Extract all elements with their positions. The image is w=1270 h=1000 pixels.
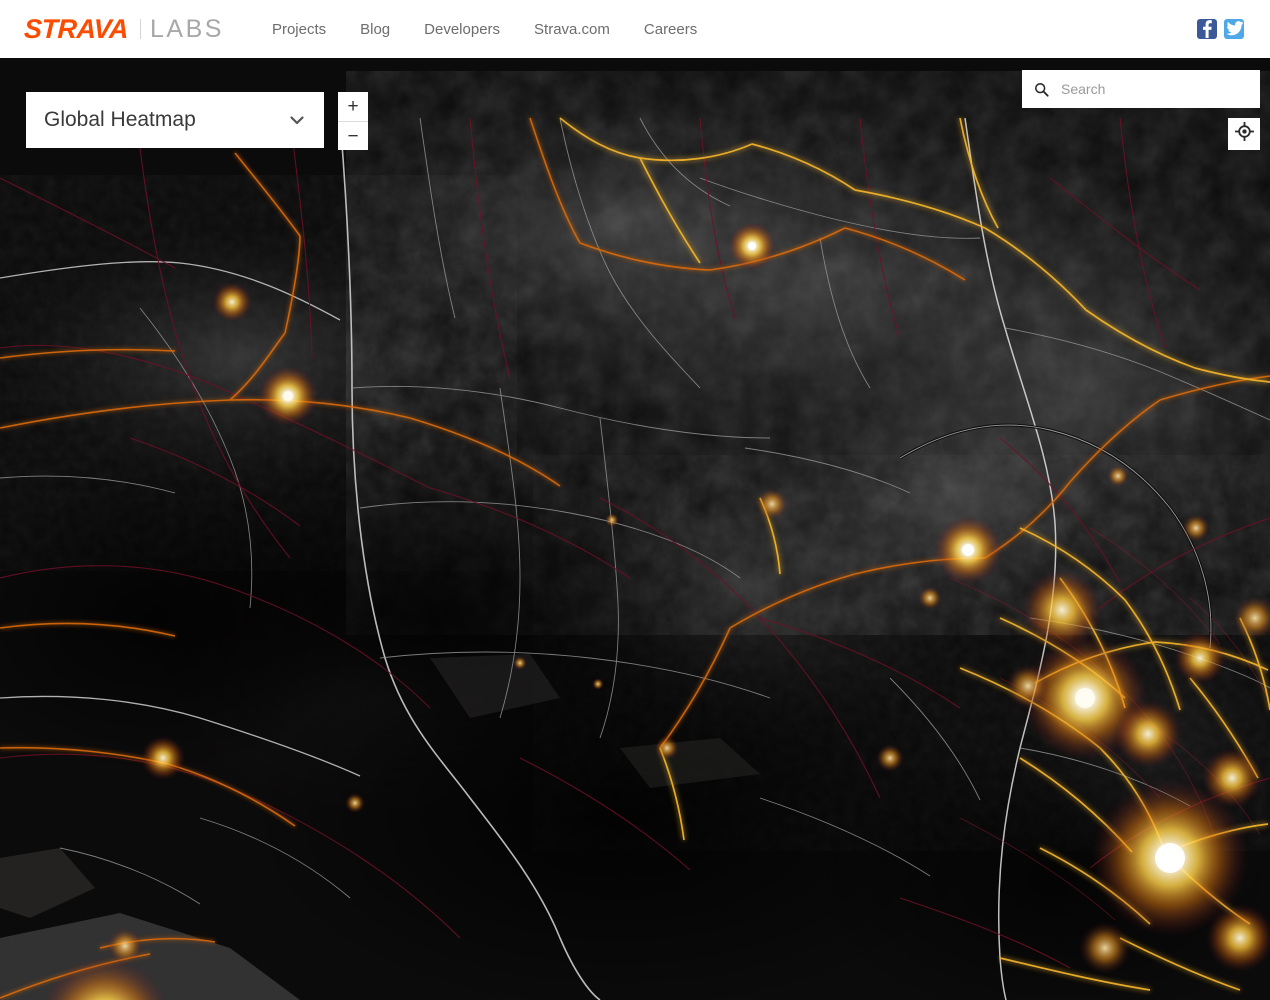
facebook-icon[interactable]: [1197, 19, 1217, 39]
geolocate-button[interactable]: [1228, 118, 1260, 150]
map-tiles[interactable]: [0, 58, 1270, 1000]
nav-item-projects[interactable]: Projects: [272, 21, 326, 38]
search-icon: [1034, 82, 1049, 97]
zoom-in-button[interactable]: +: [338, 92, 368, 121]
main-navigation: Projects Blog Developers Strava.com Care…: [272, 21, 697, 38]
search-input[interactable]: [1061, 81, 1248, 97]
crosshair-locate-icon: [1234, 121, 1254, 146]
site-header: STRAVA LABS Projects Blog Developers Str…: [0, 0, 1270, 58]
zoom-out-button[interactable]: −: [338, 121, 368, 150]
chevron-down-icon[interactable]: [288, 111, 306, 129]
social-links: [1197, 19, 1244, 39]
map-search-box[interactable]: [1022, 70, 1260, 108]
labs-wordmark: LABS: [150, 14, 224, 43]
map-zoom-controls: + −: [338, 92, 368, 150]
strava-labs-logo[interactable]: STRAVA LABS: [23, 13, 224, 45]
twitter-icon[interactable]: [1224, 19, 1244, 39]
heatmap-layer-selector[interactable]: Global Heatmap: [26, 92, 324, 148]
nav-item-blog[interactable]: Blog: [360, 21, 390, 38]
heatmap-layer-label: Global Heatmap: [44, 108, 196, 131]
heatmap-map-viewport[interactable]: Global Heatmap + −: [0, 58, 1270, 1000]
nav-item-developers[interactable]: Developers: [424, 21, 500, 38]
nav-item-careers[interactable]: Careers: [644, 21, 697, 38]
heat-hotspots-layer: [43, 222, 1270, 1000]
logo-divider: [140, 19, 141, 39]
nav-item-strava-com[interactable]: Strava.com: [534, 21, 610, 38]
strava-wordmark: STRAVA: [23, 13, 129, 44]
